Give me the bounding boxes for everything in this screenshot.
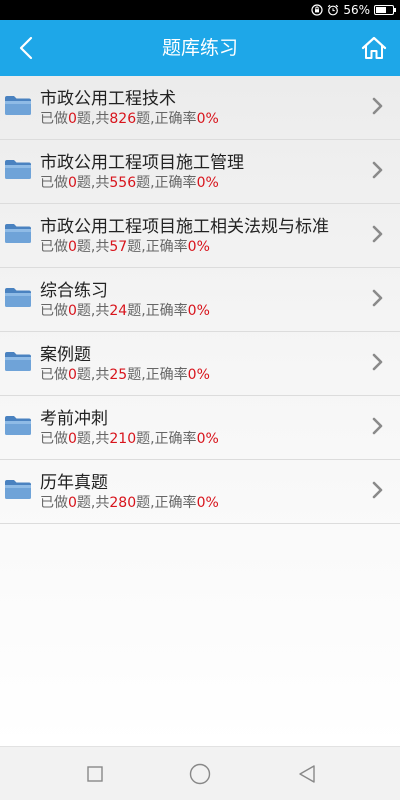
- recents-button[interactable]: [80, 759, 110, 789]
- home-icon: [361, 36, 387, 59]
- alarm-clock-icon: [328, 4, 339, 16]
- triangle-back-icon: [299, 765, 315, 783]
- item-stats: 已做0题,共556题,正确率0%: [40, 172, 219, 192]
- item-title: 考前冲刺: [40, 409, 108, 429]
- done-suffix: 题,共: [76, 303, 110, 319]
- page-title: 题库练习: [161, 37, 238, 59]
- done-prefix: 已做: [40, 495, 68, 511]
- total-suffix: 题,正确率: [127, 239, 188, 255]
- done-prefix: 已做: [40, 431, 68, 447]
- item-stats: 已做0题,共57题,正确率0%: [40, 236, 210, 256]
- accuracy-value: 0%: [196, 431, 219, 447]
- done-suffix: 题,共: [76, 431, 110, 447]
- done-prefix: 已做: [40, 367, 68, 383]
- item-stats: 已做0题,共25题,正确率0%: [40, 364, 210, 384]
- done-suffix: 题,共: [76, 111, 110, 127]
- accuracy-value: 0%: [187, 367, 210, 383]
- done-count: 0: [68, 303, 77, 319]
- item-title: 综合练习: [40, 281, 108, 301]
- folder-icon: [5, 224, 31, 243]
- total-count: 57: [109, 239, 128, 255]
- back-icon: [19, 36, 33, 60]
- item-title: 案例题: [40, 345, 91, 365]
- square-icon: [87, 766, 103, 782]
- item-stats: 已做0题,共210题,正确率0%: [40, 428, 219, 448]
- list-item-3[interactable]: 市政公用工程项目施工相关法规与标准 已做0题,共57题,正确率0%: [0, 204, 400, 268]
- done-count: 0: [68, 495, 77, 511]
- folder-icon: [5, 480, 31, 499]
- item-title: 市政公用工程项目施工相关法规与标准: [40, 217, 329, 237]
- back-button[interactable]: [6, 28, 46, 68]
- accuracy-value: 0%: [196, 111, 219, 127]
- accuracy-value: 0%: [187, 303, 210, 319]
- nav-back-button[interactable]: [292, 759, 322, 789]
- done-prefix: 已做: [40, 239, 68, 255]
- circle-icon: [189, 763, 211, 785]
- list-item-7[interactable]: 历年真题 已做0题,共280题,正确率0%: [0, 460, 400, 524]
- status-bar: 56%: [0, 0, 400, 20]
- done-prefix: 已做: [40, 111, 68, 127]
- total-count: 25: [109, 367, 128, 383]
- done-count: 0: [68, 367, 77, 383]
- question-bank-list: 市政公用工程技术 已做0题,共826题,正确率0% 市政公用工程项目施工管理 已…: [0, 76, 400, 746]
- item-title: 市政公用工程项目施工管理: [40, 153, 244, 173]
- status-indicators: 56%: [311, 2, 396, 18]
- total-suffix: 题,正确率: [136, 495, 197, 511]
- nav-home-button[interactable]: [185, 759, 215, 789]
- home-button[interactable]: [354, 28, 394, 68]
- folder-icon: [5, 96, 31, 115]
- done-suffix: 题,共: [76, 367, 110, 383]
- item-title: 市政公用工程技术: [40, 89, 176, 109]
- battery-fill: [376, 7, 387, 13]
- battery-icon: [374, 5, 396, 15]
- done-suffix: 题,共: [76, 239, 110, 255]
- done-count: 0: [68, 111, 77, 127]
- title-bar: 题库练习: [0, 20, 400, 76]
- list-item-4[interactable]: 综合练习 已做0题,共24题,正确率0%: [0, 268, 400, 332]
- total-suffix: 题,正确率: [127, 367, 188, 383]
- folder-icon: [5, 352, 31, 371]
- rotation-lock-icon: [311, 4, 323, 16]
- total-count: 210: [109, 431, 137, 447]
- system-nav-bar: [0, 746, 400, 800]
- total-count: 556: [109, 175, 137, 191]
- item-stats: 已做0题,共280题,正确率0%: [40, 492, 219, 512]
- total-count: 280: [109, 495, 137, 511]
- chevron-right-icon: [372, 289, 383, 307]
- done-prefix: 已做: [40, 303, 68, 319]
- done-count: 0: [68, 431, 77, 447]
- chevron-right-icon: [372, 225, 383, 243]
- item-stats: 已做0题,共24题,正确率0%: [40, 300, 210, 320]
- total-suffix: 题,正确率: [127, 303, 188, 319]
- done-prefix: 已做: [40, 175, 68, 191]
- battery-percent: 56%: [343, 3, 370, 17]
- done-suffix: 题,共: [76, 495, 110, 511]
- list-item-1[interactable]: 市政公用工程技术 已做0题,共826题,正确率0%: [0, 76, 400, 140]
- total-suffix: 题,正确率: [136, 111, 197, 127]
- accuracy-value: 0%: [187, 239, 210, 255]
- total-count: 826: [109, 111, 137, 127]
- total-suffix: 题,正确率: [136, 175, 197, 191]
- chevron-right-icon: [372, 97, 383, 115]
- chevron-right-icon: [372, 161, 383, 179]
- chevron-right-icon: [372, 481, 383, 499]
- total-suffix: 题,正确率: [136, 431, 197, 447]
- folder-icon: [5, 416, 31, 435]
- item-stats: 已做0题,共826题,正确率0%: [40, 108, 219, 128]
- list-item-6[interactable]: 考前冲刺 已做0题,共210题,正确率0%: [0, 396, 400, 460]
- chevron-right-icon: [372, 417, 383, 435]
- chevron-right-icon: [372, 353, 383, 371]
- done-suffix: 题,共: [76, 175, 110, 191]
- accuracy-value: 0%: [196, 495, 219, 511]
- folder-icon: [5, 160, 31, 179]
- total-count: 24: [109, 303, 128, 319]
- done-count: 0: [68, 239, 77, 255]
- list-item-2[interactable]: 市政公用工程项目施工管理 已做0题,共556题,正确率0%: [0, 140, 400, 204]
- list-item-5[interactable]: 案例题 已做0题,共25题,正确率0%: [0, 332, 400, 396]
- done-count: 0: [68, 175, 77, 191]
- accuracy-value: 0%: [196, 175, 219, 191]
- folder-icon: [5, 288, 31, 307]
- item-title: 历年真题: [40, 473, 108, 493]
